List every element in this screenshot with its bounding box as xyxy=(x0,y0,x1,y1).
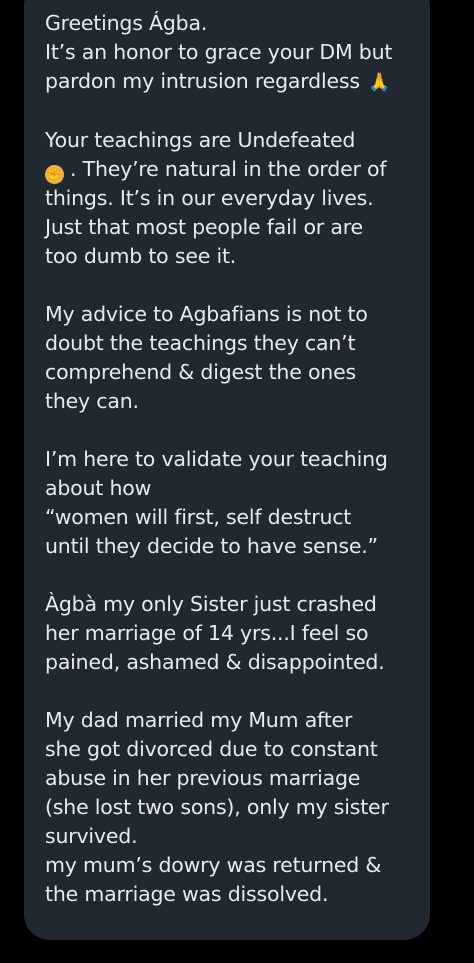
message-text: Greetings Ágba. It’s an honor to grace y… xyxy=(45,9,430,909)
message-line: (she lost two sons), only my sister xyxy=(45,795,389,819)
fist-icon: ✊ xyxy=(45,165,64,184)
paragraph-greeting: Greetings Ágba. It’s an honor to grace y… xyxy=(45,9,430,97)
paragraph-validate: I’m here to validate your teaching about… xyxy=(45,445,430,561)
message-line: Your teachings are Undefeated xyxy=(45,128,356,152)
message-line: Àgbà my only Sister just crashed xyxy=(45,592,377,616)
paragraph-sister: Àgbà my only Sister just crashed her mar… xyxy=(45,590,430,677)
message-line: my mum’s dowry was returned & xyxy=(45,853,382,877)
message-line: she got divorced due to constant xyxy=(45,737,378,761)
message-line: they can. xyxy=(45,389,139,413)
message-line: My dad married my Mum after xyxy=(45,708,353,732)
message-bubble[interactable]: Greetings Ágba. It’s an honor to grace y… xyxy=(24,0,430,940)
dm-screen: Greetings Ágba. It’s an honor to grace y… xyxy=(0,0,474,963)
message-line: I’m here to validate your teaching xyxy=(45,447,388,471)
message-line-text: pardon my intrusion regardless xyxy=(45,69,360,93)
message-line: her marriage of 14 yrs...I feel so xyxy=(45,621,369,645)
message-line: “women will first, self destruct xyxy=(45,505,352,529)
message-line: Just that most people fail or are xyxy=(45,215,363,239)
message-line: My advice to Agbafians is not to xyxy=(45,302,368,326)
message-line: It’s an honor to grace your DM but xyxy=(45,40,393,64)
message-line: doubt the teachings they can’t xyxy=(45,331,356,355)
message-line: pardon my intrusion regardless 🙏 xyxy=(45,67,430,97)
message-line: Greetings Ágba. xyxy=(45,11,208,35)
paragraph-advice: My advice to Agbafians is not to doubt t… xyxy=(45,300,430,416)
message-line-text: . They’re natural in the order of xyxy=(70,157,387,181)
paragraph-parents: My dad married my Mum after she got divo… xyxy=(45,706,430,909)
message-line: too dumb to see it. xyxy=(45,244,237,268)
message-line: about how xyxy=(45,476,152,500)
message-line: abuse in her previous marriage xyxy=(45,766,361,790)
pray-icon: 🙏 xyxy=(368,72,391,93)
message-line: the marriage was dissolved. xyxy=(45,882,329,906)
message-line: pained, ashamed & disappointed. xyxy=(45,650,385,674)
message-line: things. It’s in our everyday lives. xyxy=(45,186,374,210)
paragraph-teachings: Your teachings are Undefeated ✊ . They’re… xyxy=(45,126,430,271)
message-line: ✊ . They’re natural in the order of xyxy=(45,155,430,184)
message-line: comprehend & digest the ones xyxy=(45,360,356,384)
message-line: until they decide to have sense.” xyxy=(45,534,378,558)
message-line: survived. xyxy=(45,824,138,848)
